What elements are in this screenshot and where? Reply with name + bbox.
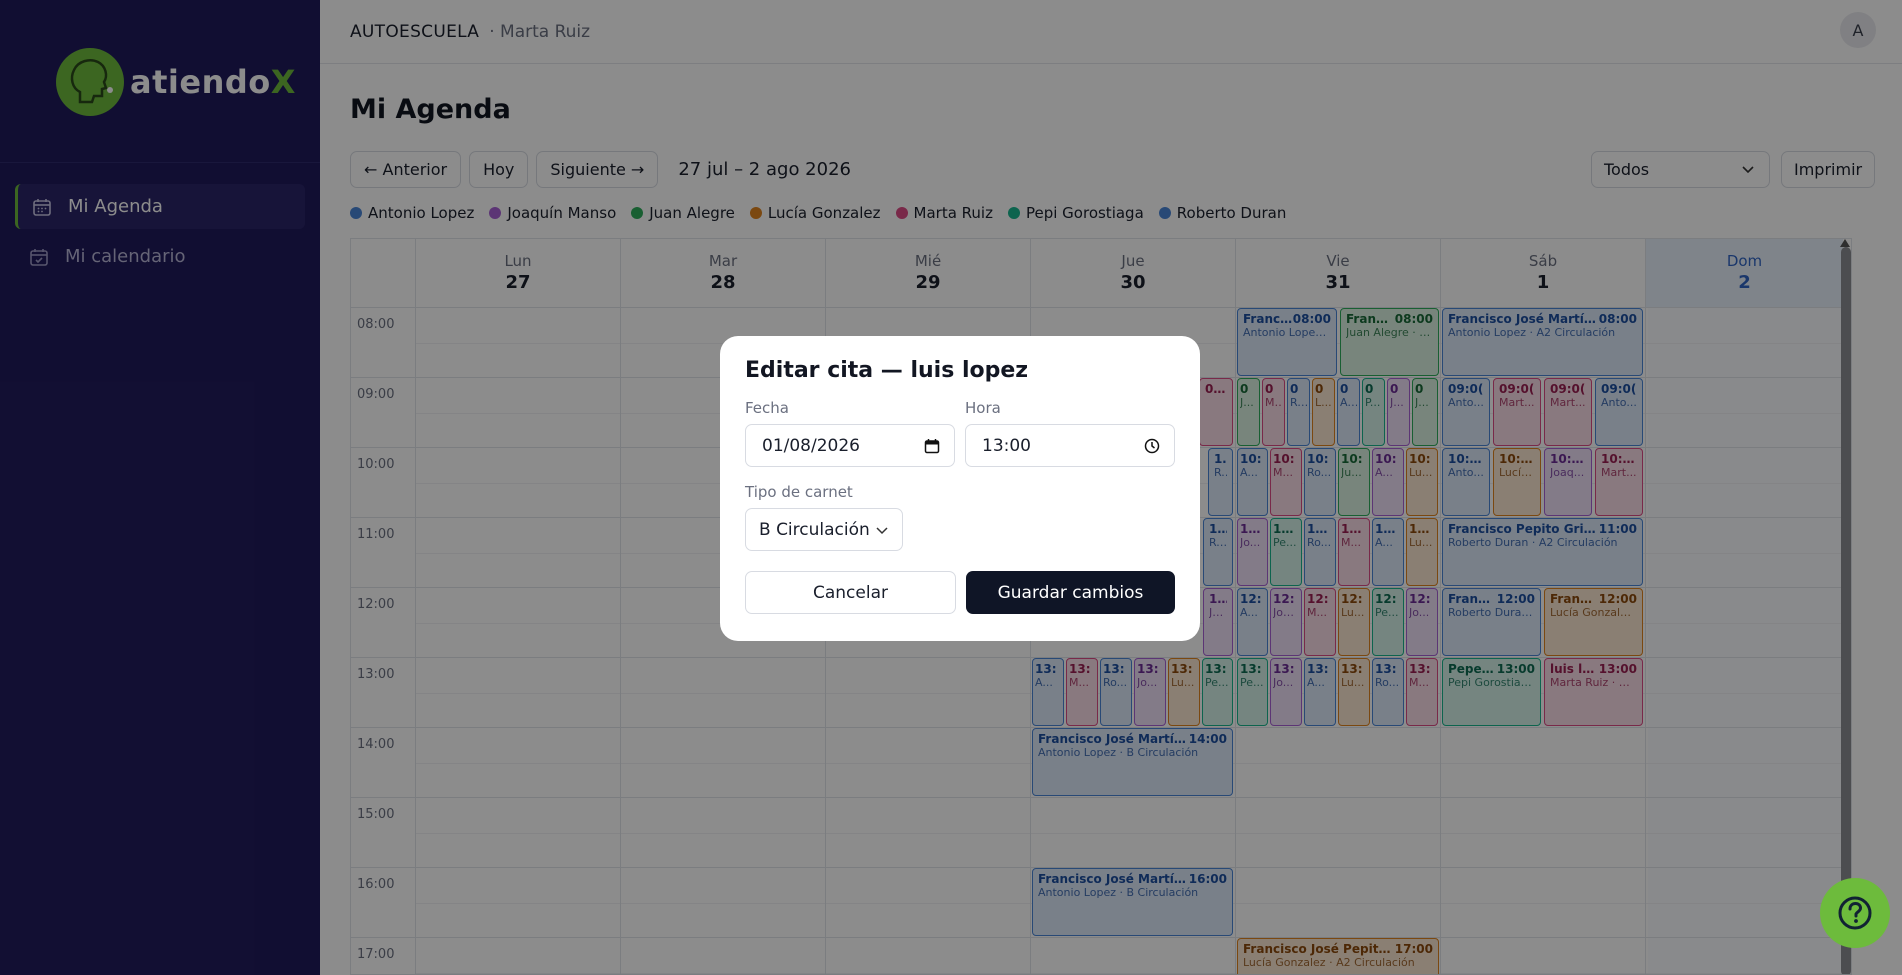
help-icon <box>1838 896 1872 930</box>
time-input[interactable]: 13:00 <box>965 424 1175 467</box>
time-value: 13:00 <box>982 435 1031 456</box>
date-label: Fecha <box>745 399 789 417</box>
date-value: 01/08/2026 <box>762 435 860 456</box>
license-type-label: Tipo de carnet <box>745 483 853 501</box>
license-type-select[interactable]: B Circulación <box>745 508 903 551</box>
clock-icon[interactable] <box>1144 438 1160 454</box>
dialog-title: Editar cita — luis lopez <box>745 358 1029 383</box>
time-field: Hora 13:00 <box>965 399 1175 467</box>
date-input[interactable]: 01/08/2026 <box>745 424 955 467</box>
date-field: Fecha 01/08/2026 <box>745 399 955 467</box>
edit-appointment-dialog: Editar cita — luis lopez Fecha 01/08/202… <box>720 336 1200 641</box>
calendar-icon[interactable] <box>924 438 940 454</box>
license-type-value: B Circulación <box>759 519 870 540</box>
cancel-button[interactable]: Cancelar <box>745 571 956 614</box>
help-button[interactable] <box>1820 878 1890 948</box>
chevron-down-icon <box>876 527 888 535</box>
save-changes-button[interactable]: Guardar cambios <box>966 571 1175 614</box>
date-time-row: Fecha 01/08/2026 Hora 13:00 <box>745 399 1175 467</box>
time-label: Hora <box>965 399 1001 417</box>
dialog-actions: Cancelar Guardar cambios <box>745 571 1175 614</box>
